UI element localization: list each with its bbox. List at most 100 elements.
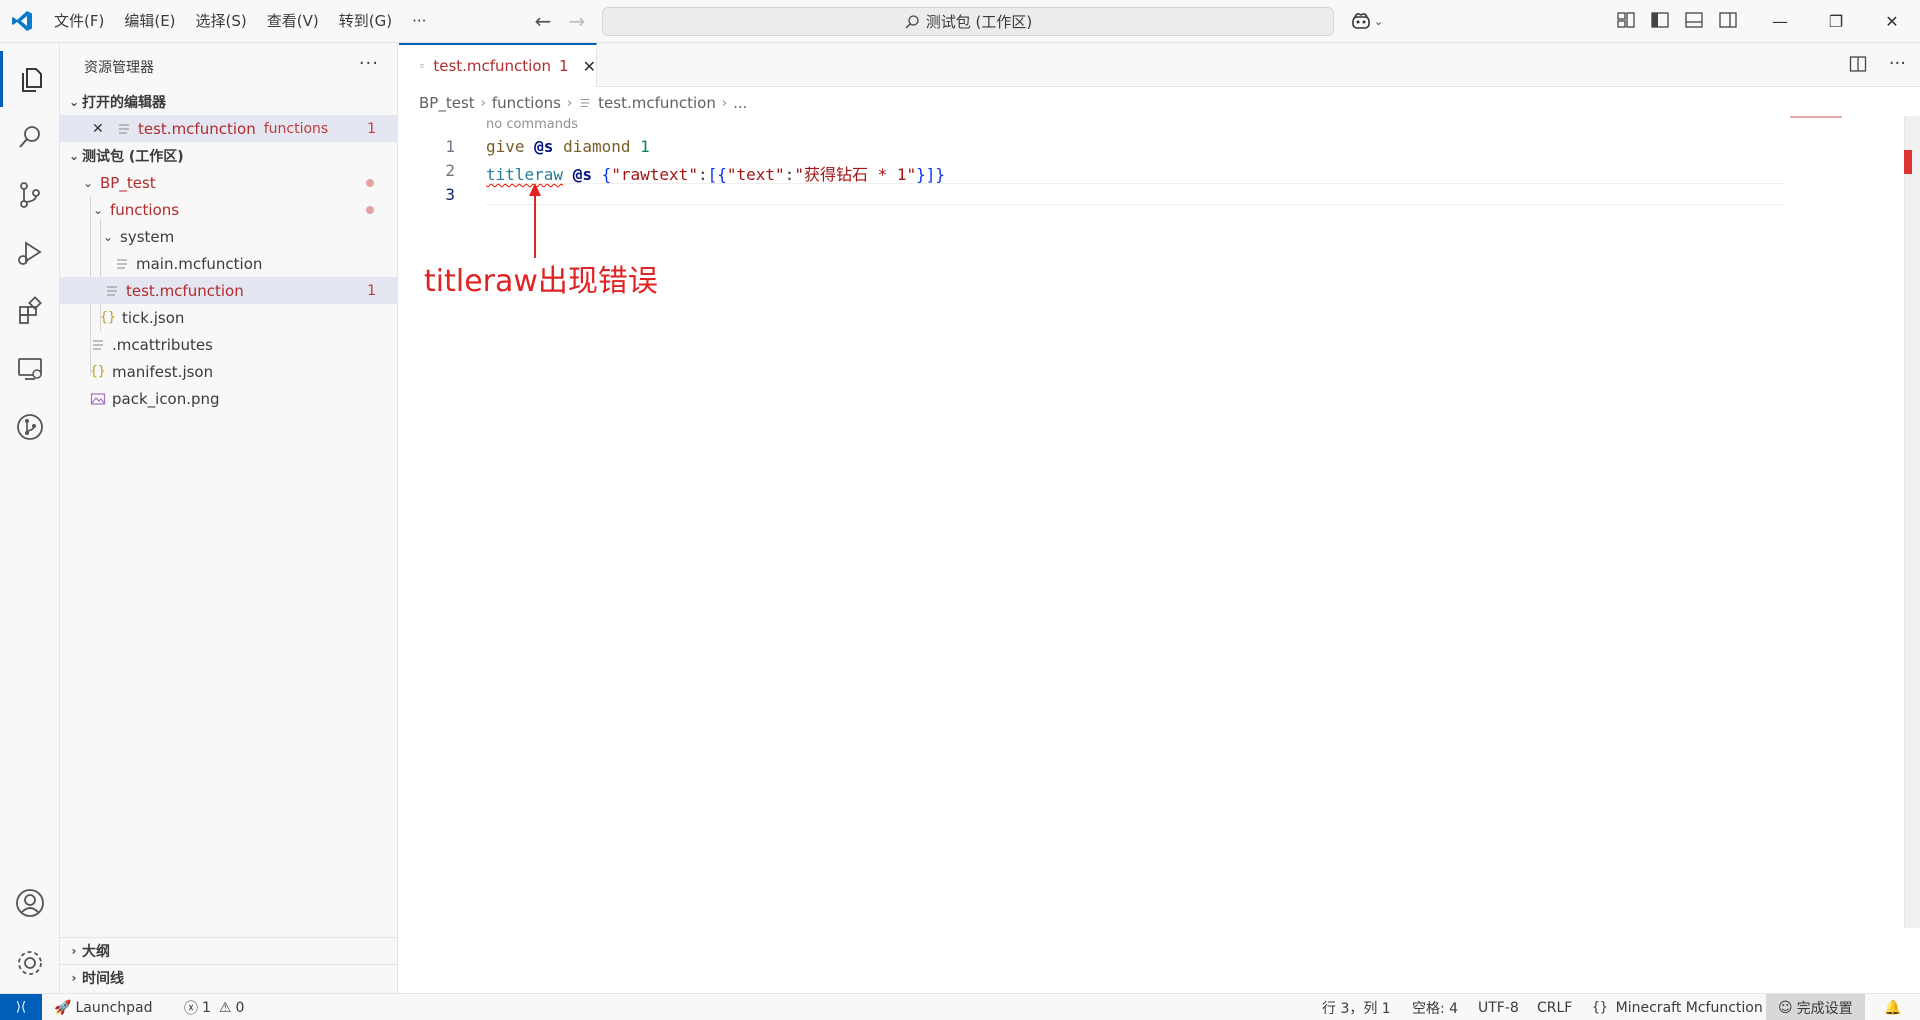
eol-indicator[interactable]: CRLF <box>1537 994 1572 1020</box>
tree-folder-system[interactable]: ⌄ system <box>60 223 398 250</box>
token-brace: { <box>601 165 612 184</box>
tree-file-mcattributes[interactable]: .mcattributes <box>60 331 398 358</box>
outline-label: 大纲 <box>82 944 110 960</box>
timeline-section[interactable]: › 时间线 <box>60 964 398 991</box>
encoding-indicator[interactable]: UTF-8 <box>1478 994 1519 1020</box>
open-editor-item[interactable]: ✕ test.mcfunction functions 1 <box>60 115 398 142</box>
tab-label: test.mcfunction <box>433 57 552 75</box>
breadcrumb-item[interactable]: ... <box>733 94 747 112</box>
code-line-1[interactable]: give @s diamond 1 <box>486 137 650 156</box>
customize-layout-icon[interactable] <box>1616 10 1636 30</box>
annotation-arrow <box>529 183 541 258</box>
code-line-2[interactable]: titleraw @s {"rawtext":[{"text":"获得钻石 * … <box>486 161 945 185</box>
outline-section[interactable]: › 大纲 <box>60 937 398 964</box>
tree-file-manifest[interactable]: {} manifest.json <box>60 358 398 385</box>
search-activity[interactable] <box>0 109 60 165</box>
vertical-scrollbar[interactable] <box>1904 116 1920 928</box>
forward-arrow-icon[interactable]: → <box>566 10 588 32</box>
launchpad-label: Launchpad <box>75 999 153 1016</box>
source-control-activity[interactable] <box>0 167 60 223</box>
copilot-button[interactable]: ⌄ <box>1350 8 1383 34</box>
open-editor-name: test.mcfunction <box>138 119 256 138</box>
menu-bar: 文件(F) 编辑(E) 选择(S) 查看(V) 转到(G) ··· <box>44 0 436 43</box>
line-number: 2 <box>445 161 455 180</box>
annotation-text: titleraw出现错误 <box>424 264 658 299</box>
breadcrumb-item[interactable]: BP_test <box>419 94 475 112</box>
git-graph-activity[interactable] <box>0 399 60 455</box>
token-selector: @s <box>572 165 592 184</box>
workspace-header[interactable]: ⌄ 测试包 (工作区) <box>60 142 398 169</box>
modified-dot <box>366 178 374 187</box>
explorer-activity[interactable] <box>0 51 60 107</box>
menu-view[interactable]: 查看(V) <box>257 0 329 43</box>
open-editors-header[interactable]: ⌄ 打开的编辑器 <box>60 88 398 115</box>
breadcrumb-item[interactable]: functions <box>492 94 561 112</box>
codelens[interactable]: no commands <box>486 117 578 132</box>
minimap-error-line <box>1790 116 1842 118</box>
folder-label: functions <box>110 200 180 219</box>
file-label: main.mcfunction <box>136 254 263 273</box>
menu-file[interactable]: 文件(F) <box>44 0 114 43</box>
manage-activity[interactable] <box>0 935 60 991</box>
cursor-position[interactable]: 行 3，列 1 <box>1322 994 1391 1020</box>
tree-file-pack-icon[interactable]: pack_icon.png <box>60 385 398 412</box>
token-close: }]} <box>916 165 946 184</box>
restore-button[interactable]: ❐ <box>1808 0 1864 43</box>
search-icon <box>19 126 40 148</box>
close-window-button[interactable]: ✕ <box>1864 0 1920 43</box>
chevron-right-icon: › <box>71 944 77 958</box>
title-bar: 文件(F) 编辑(E) 选择(S) 查看(V) 转到(G) ··· ← → 测试… <box>0 0 1920 43</box>
launchpad-button[interactable]: 🚀 Launchpad <box>54 994 153 1020</box>
menu-edit[interactable]: 编辑(E) <box>114 0 185 43</box>
finish-setup-button[interactable]: ☺ 完成设置 <box>1766 994 1865 1020</box>
breadcrumb-item[interactable]: test.mcfunction <box>598 94 716 112</box>
close-icon: ✕ <box>1885 12 1899 31</box>
file-lines-icon <box>580 98 590 108</box>
menu-selection[interactable]: 选择(S) <box>186 0 257 43</box>
tree-file-main[interactable]: main.mcfunction <box>60 250 398 277</box>
tree-folder-bp-test[interactable]: ⌄ BP_test <box>60 169 398 196</box>
tab-test-mcfunction[interactable]: test.mcfunction 1 ✕ <box>399 43 597 87</box>
tree-folder-functions[interactable]: ⌄ functions <box>60 196 398 223</box>
language-label: Minecraft Mcfunction <box>1615 999 1763 1016</box>
tree-file-tick[interactable]: {} tick.json <box>60 304 398 331</box>
current-line-highlight <box>486 183 1784 205</box>
language-mode[interactable]: {} Minecraft Mcfunction <box>1592 994 1763 1020</box>
toggle-panel-icon[interactable] <box>1684 10 1704 30</box>
back-arrow-icon[interactable]: ← <box>532 10 554 32</box>
token-number: 1 <box>640 137 650 156</box>
toggle-secondary-sidebar-icon[interactable] <box>1718 10 1738 30</box>
menu-more[interactable]: ··· <box>402 0 436 43</box>
token-key: "rawtext" <box>611 165 698 184</box>
file-lines-icon <box>119 123 129 134</box>
close-icon[interactable]: ✕ <box>92 121 110 137</box>
remote-explorer-activity[interactable] <box>0 341 60 397</box>
file-lines-icon <box>117 258 127 269</box>
accounts-activity[interactable] <box>0 875 60 931</box>
more-actions-icon[interactable]: ··· <box>1889 55 1906 73</box>
file-label: manifest.json <box>112 362 214 381</box>
indentation-indicator[interactable]: 空格: 4 <box>1412 994 1458 1020</box>
notifications-button[interactable]: 🔔 <box>1884 994 1901 1020</box>
tree-file-test[interactable]: test.mcfunction 1 <box>60 277 398 304</box>
remote-indicator[interactable]: ⟩⟨ <box>0 994 42 1020</box>
menu-go[interactable]: 转到(G) <box>329 0 402 43</box>
split-editor-icon[interactable] <box>1849 55 1867 73</box>
run-debug-icon <box>18 241 42 265</box>
token-colon: : <box>697 165 708 184</box>
chevron-down-icon: ⌄ <box>102 229 114 244</box>
sidebar-more-icon[interactable]: ··· <box>359 53 379 74</box>
chevron-right-icon: › <box>480 95 486 111</box>
token-command: give <box>486 137 525 156</box>
close-icon[interactable]: ✕ <box>583 57 596 76</box>
token-key: "text" <box>726 165 785 184</box>
problems-indicator[interactable]: ⓧ 1 ⚠ 0 <box>184 994 244 1020</box>
extensions-activity[interactable] <box>0 283 60 339</box>
toggle-primary-sidebar-icon[interactable] <box>1650 10 1670 30</box>
cursor-position-label: 行 3，列 1 <box>1322 1000 1391 1017</box>
run-debug-activity[interactable] <box>0 225 60 281</box>
minimize-button[interactable]: — <box>1752 0 1808 43</box>
token-colon: : <box>784 165 795 184</box>
command-center-search[interactable]: 测试包 (工作区) <box>602 7 1334 36</box>
editor-actions: ··· <box>1849 55 1906 73</box>
